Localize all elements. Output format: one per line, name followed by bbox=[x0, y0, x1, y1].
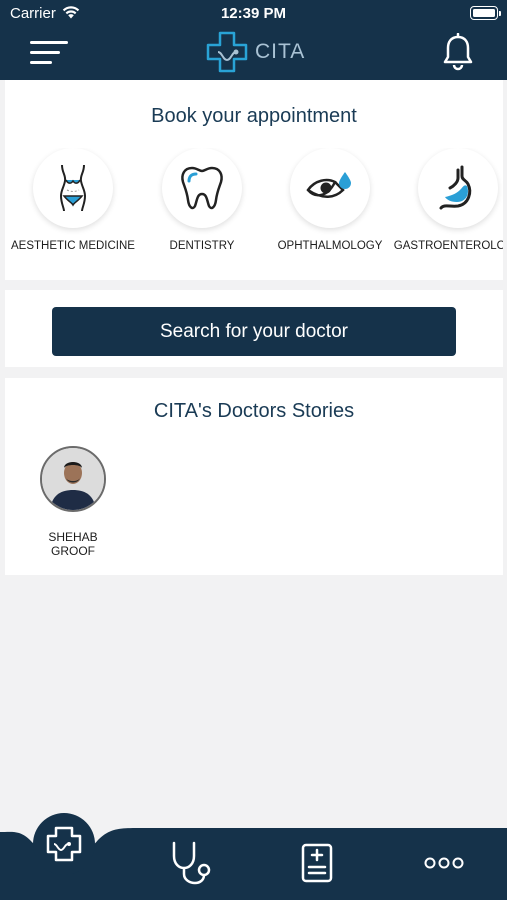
app-logo: CITA bbox=[205, 30, 305, 74]
more-icon[interactable] bbox=[424, 855, 464, 871]
menu-line bbox=[30, 51, 60, 54]
category-icon-circle bbox=[162, 148, 242, 228]
tooth-icon bbox=[181, 166, 223, 210]
doctor-avatar-image bbox=[42, 448, 104, 510]
logo-cross-icon bbox=[206, 31, 248, 73]
body-silhouette-icon bbox=[59, 164, 87, 212]
top-bar: Carrier 12:39 PM CITA bbox=[0, 0, 507, 80]
battery-icon bbox=[470, 6, 501, 20]
doctor-story-item[interactable]: SHEHAB GROOF bbox=[27, 446, 119, 558]
clock: 12:39 PM bbox=[220, 5, 287, 22]
menu-line bbox=[30, 61, 52, 64]
book-appointment-title: Book your appointment bbox=[151, 105, 357, 127]
search-card: Search for your doctor bbox=[5, 290, 503, 367]
stethoscope-icon[interactable] bbox=[168, 840, 214, 886]
category-gastroenterology[interactable]: GASTROENTEROLOGY bbox=[393, 148, 503, 252]
category-label: GASTROENTEROLOGY bbox=[393, 240, 503, 252]
menu-button[interactable] bbox=[30, 40, 68, 66]
avatar bbox=[40, 446, 106, 512]
logo-text: CITA bbox=[255, 40, 306, 63]
notification-bell-icon[interactable] bbox=[442, 33, 474, 71]
doctor-name: SHEHAB GROOF bbox=[48, 530, 98, 558]
status-bar: Carrier 12:39 PM bbox=[0, 0, 507, 28]
category-label: DENTISTRY bbox=[169, 240, 235, 252]
doctor-stories-title: CITA's Doctors Stories bbox=[153, 400, 355, 422]
book-appointment-card: Book your appointment AESTHETIC MEDICINE bbox=[5, 80, 503, 280]
search-doctor-button[interactable]: Search for your doctor bbox=[52, 307, 456, 356]
category-dentistry[interactable]: DENTISTRY bbox=[137, 148, 267, 252]
medical-record-icon[interactable] bbox=[300, 842, 334, 884]
doctor-stories-card: CITA's Doctors Stories SHEHAB GROOF bbox=[5, 378, 503, 575]
medical-cross-icon[interactable] bbox=[32, 812, 96, 876]
category-aesthetic-medicine[interactable]: AESTHETIC MEDICINE bbox=[8, 148, 138, 252]
category-list[interactable]: AESTHETIC MEDICINE DENTISTRY OPHTHALMOLO… bbox=[5, 148, 503, 273]
category-label: OPHTHALMOLOGY bbox=[277, 240, 383, 252]
category-label: AESTHETIC MEDICINE bbox=[11, 240, 135, 252]
menu-line bbox=[30, 41, 68, 44]
stomach-icon bbox=[439, 165, 472, 210]
category-ophthalmology[interactable]: OPHTHALMOLOGY bbox=[265, 148, 395, 252]
category-icon-circle bbox=[290, 148, 370, 228]
category-icon-circle bbox=[418, 148, 498, 228]
eye-drop-icon bbox=[306, 172, 351, 198]
category-icon-circle bbox=[33, 148, 113, 228]
